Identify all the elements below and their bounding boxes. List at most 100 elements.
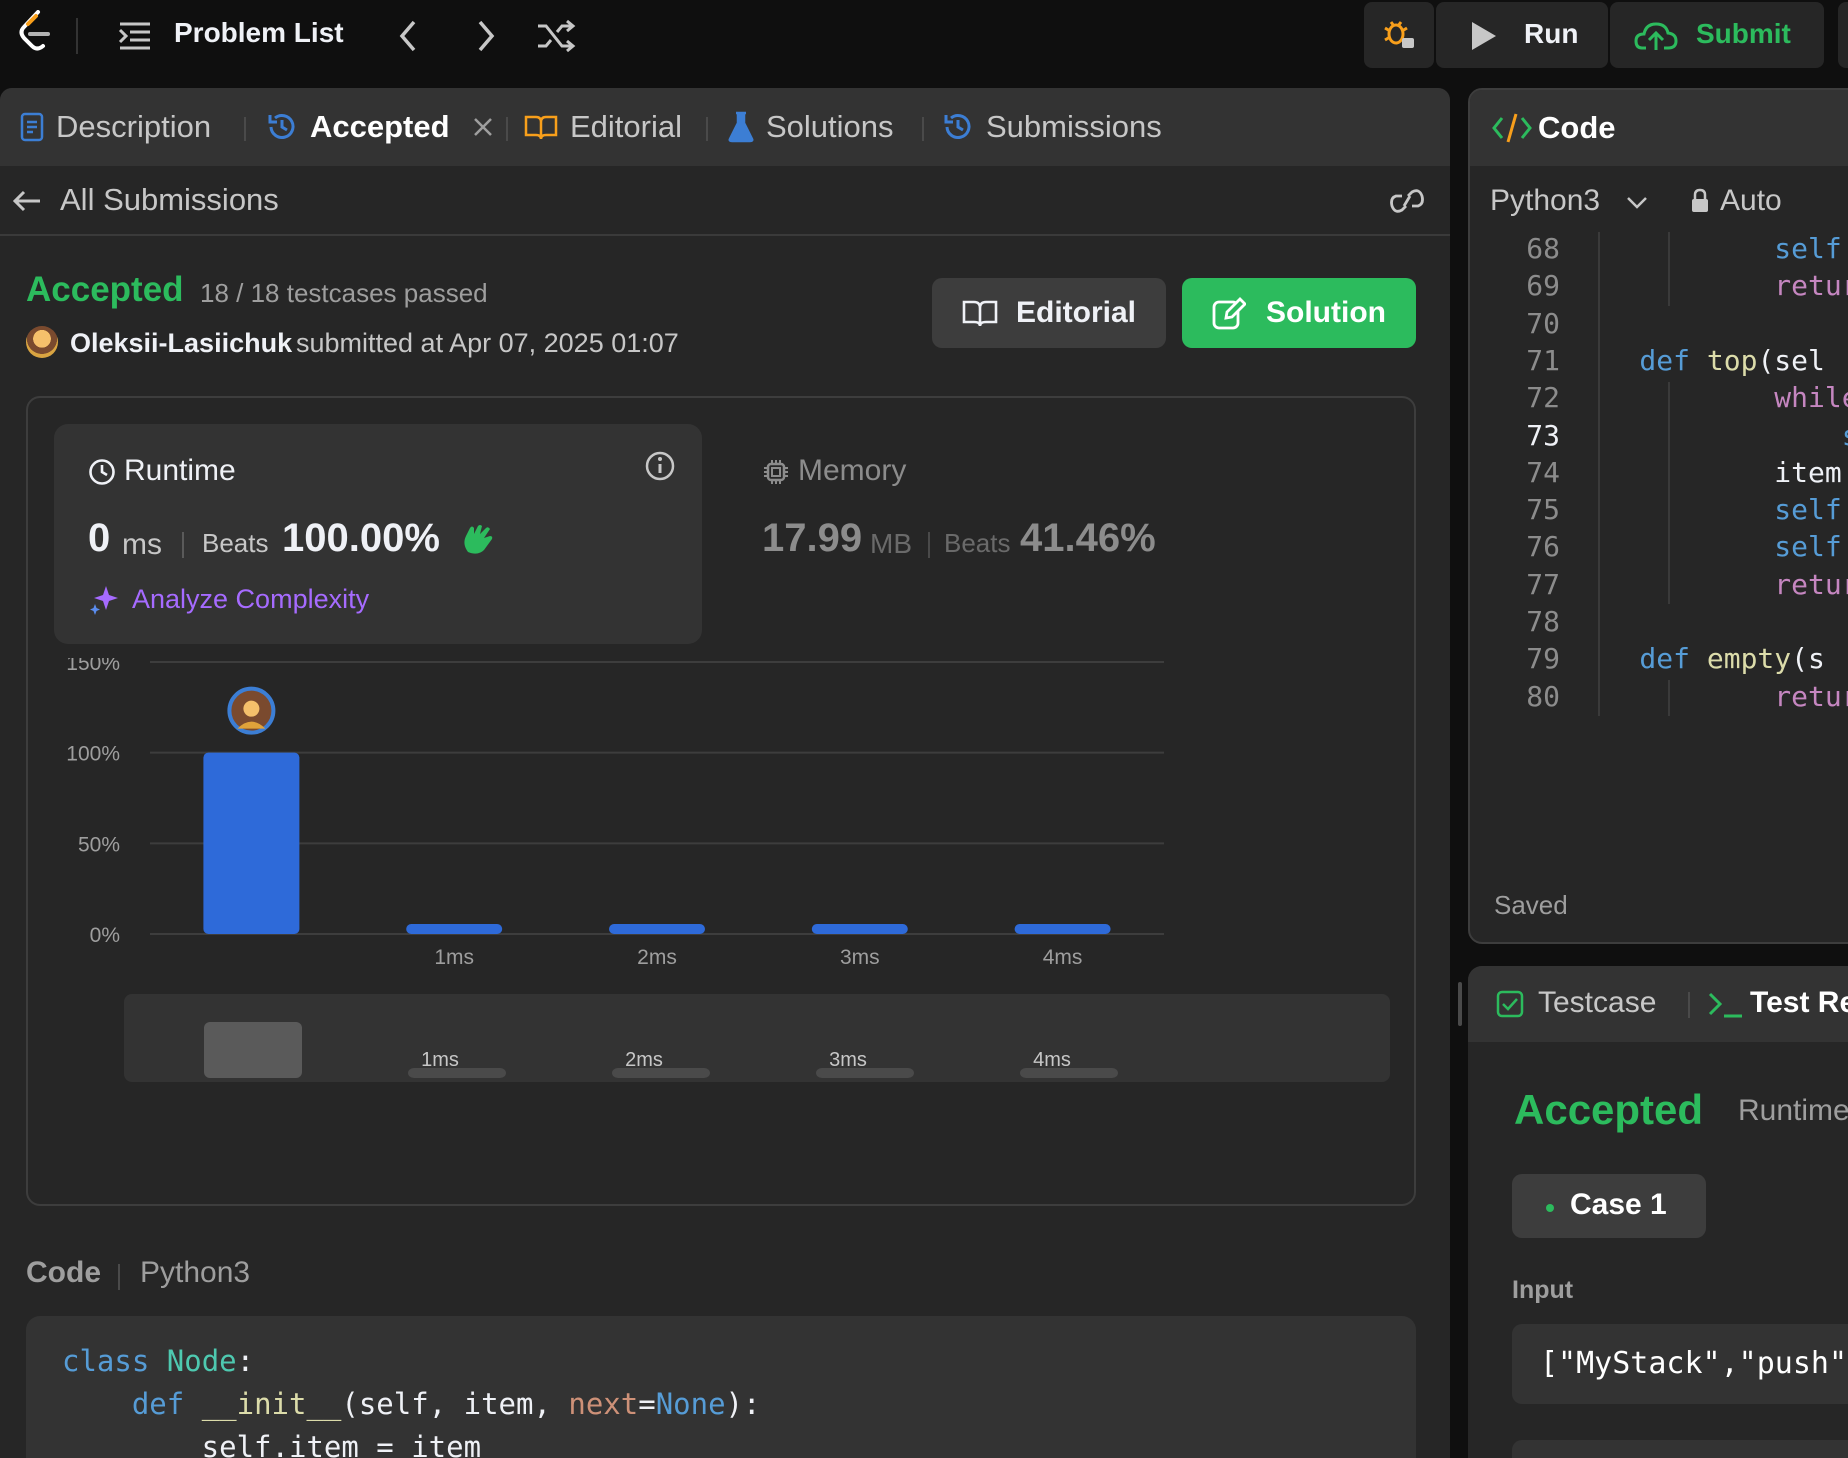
overview-tick-label: 2ms: [625, 1049, 663, 1071]
code-content: class Node: def __init__(self, item, nex…: [62, 1340, 760, 1458]
line-number: 72: [1526, 381, 1560, 415]
overview-tick-label: 3ms: [829, 1049, 867, 1071]
memory-card[interactable]: Memory 17.99 MB Beats 41.46%: [728, 424, 1328, 644]
line-number: 68: [1526, 232, 1560, 265]
tab-label: Description: [56, 109, 212, 144]
info-icon[interactable]: [644, 450, 676, 482]
line-number: 78: [1526, 605, 1560, 638]
chevron-down-icon[interactable]: [1626, 196, 1648, 210]
terminal-icon: [1708, 992, 1742, 1018]
problem-list-link[interactable]: Problem List: [174, 17, 344, 49]
performance-card: Runtime 0 ms Beats 100.00% Analyze Compl…: [26, 396, 1416, 1206]
chart-bar[interactable]: [203, 752, 300, 934]
overview-tick-label: 1ms: [421, 1049, 459, 1071]
line-number: 76: [1526, 530, 1560, 564]
line-number: 71: [1526, 343, 1560, 377]
code-line: class Node:: [62, 1344, 255, 1378]
code-line: while T: [1572, 381, 1848, 415]
runtime-card[interactable]: Runtime 0 ms Beats 100.00% Analyze Compl…: [54, 424, 702, 644]
pass-dot: [1546, 1204, 1554, 1212]
tab-divider: [244, 117, 246, 141]
solution-label: Solution: [1266, 296, 1386, 329]
test-panel-header: Testcase Test Re: [1468, 966, 1848, 1042]
editorial-button[interactable]: Editorial: [932, 278, 1166, 348]
chevron-right-icon[interactable]: [474, 18, 496, 54]
tab-label: Editorial: [570, 109, 682, 144]
tab-description[interactable]: Description: [20, 108, 211, 146]
tab-editorial[interactable]: Editorial: [524, 108, 682, 146]
all-submissions-link[interactable]: All Submissions: [60, 182, 279, 218]
next-input-box: [1512, 1440, 1848, 1458]
code-line: self.qu: [1572, 493, 1848, 527]
leetcode-logo-icon[interactable]: [18, 10, 52, 54]
chevron-left-icon[interactable]: [398, 18, 420, 54]
lock-icon: [1692, 188, 1708, 212]
language-select[interactable]: Python3: [1490, 184, 1600, 218]
input-value-box[interactable]: ["MyStack","push": [1512, 1324, 1848, 1404]
document-icon: [20, 112, 44, 142]
case-1-tab[interactable]: Case 1: [1512, 1174, 1706, 1238]
code-line: def empty(s: [1572, 642, 1825, 676]
runtime-title: Runtime: [124, 454, 236, 487]
link-icon[interactable]: [1388, 184, 1426, 218]
code-panel-title: Code: [1538, 110, 1616, 145]
chart-bar[interactable]: [406, 924, 503, 934]
submit-label: Submit: [1696, 18, 1791, 49]
input-label: Input: [1512, 1276, 1574, 1304]
code-line: return: [1572, 269, 1848, 303]
avatar[interactable]: [26, 326, 58, 358]
divider: [76, 18, 78, 54]
history-icon: [268, 114, 295, 139]
tab-submissions[interactable]: Submissions: [942, 108, 1162, 146]
chart-bar[interactable]: [609, 924, 705, 934]
chart-overview[interactable]: 1ms 2ms 3ms 4ms: [124, 994, 1390, 1082]
history-icon: [944, 114, 971, 139]
submitted-code-block[interactable]: class Node: def __init__(self, item, nex…: [26, 1316, 1416, 1458]
clap-icon: [464, 525, 493, 554]
shuffle-icon[interactable]: [536, 18, 576, 54]
play-icon: [1472, 22, 1496, 50]
username-link[interactable]: Oleksii-Lasiichuk: [70, 328, 292, 359]
tab-divider: [706, 117, 708, 141]
arrow-left-icon[interactable]: [12, 190, 42, 212]
auto-mode[interactable]: Auto: [1720, 184, 1782, 218]
test-status: Accepted: [1514, 1086, 1704, 1133]
runtime-distribution-chart[interactable]: 150% 100% 50% 0% 1ms 2ms 3ms 4ms: [28, 658, 1414, 1008]
book-icon: [962, 300, 998, 327]
line-number: 73: [1526, 418, 1560, 452]
list-icon[interactable]: [118, 20, 152, 52]
code-brackets-icon: [1492, 113, 1532, 143]
code-line: item =: [1572, 455, 1848, 489]
run-button[interactable]: Run: [1436, 2, 1608, 68]
y-tick-label: 50%: [78, 833, 120, 856]
code-section-lang: Python3: [140, 1256, 251, 1289]
code-editor[interactable]: 68 self.qu 69 return 7071 def top(sel 72 wh…: [1470, 232, 1848, 812]
debug-button[interactable]: [1364, 2, 1434, 68]
memory-unit: MB: [870, 528, 912, 559]
line-number: 77: [1526, 567, 1560, 601]
code-line: def __init__(self, item, next=None):: [131, 1387, 761, 1421]
tab-solutions[interactable]: Solutions: [728, 108, 894, 146]
user-marker-avatar[interactable]: [227, 686, 276, 735]
extra-button[interactable]: [1838, 2, 1848, 68]
checkbox-icon: [1496, 990, 1524, 1018]
resize-handle[interactable]: [1458, 982, 1462, 1026]
tab-accepted[interactable]: Accepted: [266, 108, 494, 146]
memory-beats-value: 41.46%: [1020, 516, 1156, 560]
tab-label: Submissions: [986, 109, 1162, 144]
close-icon[interactable]: [472, 116, 494, 138]
left-tab-bar: Description Accepted Editorial Solutions…: [0, 88, 1450, 166]
tab-testcase[interactable]: Testcase: [1538, 986, 1656, 1020]
line-number: 80: [1526, 679, 1560, 713]
chart-bar[interactable]: [811, 924, 908, 934]
chart-bar[interactable]: [1014, 924, 1111, 934]
input-value: ["MyStack","push": [1540, 1346, 1848, 1381]
y-tick-label: 100%: [66, 743, 120, 766]
line-number: 75: [1526, 493, 1560, 527]
analyze-complexity-link[interactable]: Analyze Complexity: [132, 584, 369, 615]
solution-button[interactable]: Solution: [1182, 278, 1416, 348]
code-section-label: Code: [26, 1256, 101, 1289]
submit-button[interactable]: Submit: [1610, 2, 1824, 68]
line-number: 79: [1526, 642, 1560, 676]
tab-test-result[interactable]: Test Re: [1750, 986, 1848, 1020]
